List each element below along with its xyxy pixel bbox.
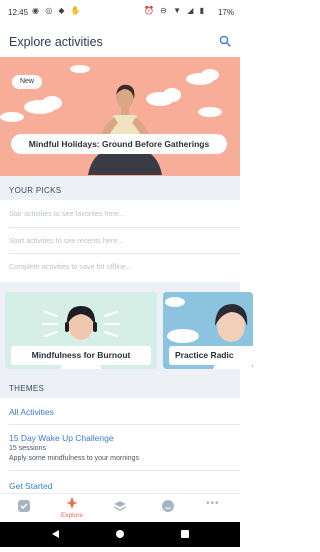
system-nav-bar bbox=[0, 522, 240, 547]
compass-icon bbox=[66, 497, 78, 509]
offline-row[interactable]: Complete activities to save for offline.… bbox=[0, 254, 240, 281]
tab-home[interactable] bbox=[0, 494, 48, 522]
recents-icon bbox=[181, 530, 189, 538]
more-icon: ••• bbox=[206, 498, 220, 509]
theme-item[interactable]: Get Started bbox=[0, 471, 240, 493]
theme-title[interactable]: 15 Day Wake Up Challenge bbox=[9, 433, 114, 443]
theme-sessions: 15 sessions bbox=[9, 445, 46, 452]
tab-profile[interactable] bbox=[144, 494, 192, 522]
theme-item[interactable]: 15 Day Wake Up Challenge 15 sessions App… bbox=[0, 425, 240, 469]
new-badge: New bbox=[12, 75, 42, 89]
tab-explore[interactable]: Explore bbox=[48, 494, 96, 522]
all-activities-link[interactable]: All Activities bbox=[9, 407, 54, 417]
section-label: THEMES bbox=[9, 384, 45, 393]
favorites-placeholder: Star activities to see favorites here... bbox=[9, 209, 125, 218]
recents-row[interactable]: Start activities to see recents here... bbox=[0, 228, 240, 252]
tab-library[interactable] bbox=[96, 494, 144, 522]
layers-icon bbox=[113, 501, 127, 511]
activity-carousel[interactable]: Mindfulness for Burnout Practice Radic bbox=[0, 282, 253, 378]
favorites-row[interactable]: Star activities to see favorites here... bbox=[0, 201, 240, 225]
theme-description: Apply some mindfulness to your mornings bbox=[9, 455, 139, 462]
home-icon bbox=[116, 530, 124, 538]
battery-level: 17% bbox=[217, 8, 234, 17]
card-title: Mindfulness for Burnout bbox=[11, 346, 151, 365]
all-activities-row[interactable]: All Activities bbox=[0, 399, 240, 423]
page-title: Explore activities bbox=[9, 35, 103, 49]
app-header: Explore activities bbox=[0, 24, 240, 56]
activity-card[interactable]: Mindfulness for Burnout bbox=[5, 292, 157, 369]
activity-card[interactable]: Practice Radic bbox=[163, 292, 253, 369]
themes-header: THEMES bbox=[0, 378, 240, 398]
status-bar: 12:45 ◉ ◎ ◆ ✋ ⏰ ⊖ ▼ ◢ ▮ 17% bbox=[0, 0, 240, 24]
recents-placeholder: Start activities to see recents here... bbox=[9, 236, 124, 245]
notification-icons: ◉ ◎ ◆ ✋ bbox=[32, 6, 83, 15]
tab-more[interactable]: ••• bbox=[192, 494, 240, 522]
section-label: YOUR PICKS bbox=[9, 186, 62, 195]
hero-title: Mindful Holidays: Ground Before Gatherin… bbox=[11, 134, 227, 154]
smiley-icon bbox=[162, 500, 174, 512]
theme-title[interactable]: Get Started bbox=[9, 481, 52, 491]
system-icons: ⏰ ⊖ ▼ ◢ ▮ bbox=[143, 6, 206, 15]
status-time: 12:45 bbox=[8, 8, 29, 17]
check-square-icon bbox=[18, 500, 30, 512]
back-icon bbox=[52, 530, 59, 538]
card-title: Practice Radic bbox=[169, 346, 253, 365]
offline-placeholder: Complete activities to save for offline.… bbox=[9, 262, 132, 271]
your-picks-header: YOUR PICKS bbox=[0, 176, 240, 200]
tab-label: Explore bbox=[60, 512, 84, 519]
nav-buttons bbox=[52, 530, 189, 538]
featured-banner[interactable]: New Mindful Holidays: Ground Before Gath… bbox=[0, 57, 240, 176]
search-icon[interactable] bbox=[219, 35, 231, 47]
bottom-tab-bar: Explore ••• bbox=[0, 493, 240, 522]
